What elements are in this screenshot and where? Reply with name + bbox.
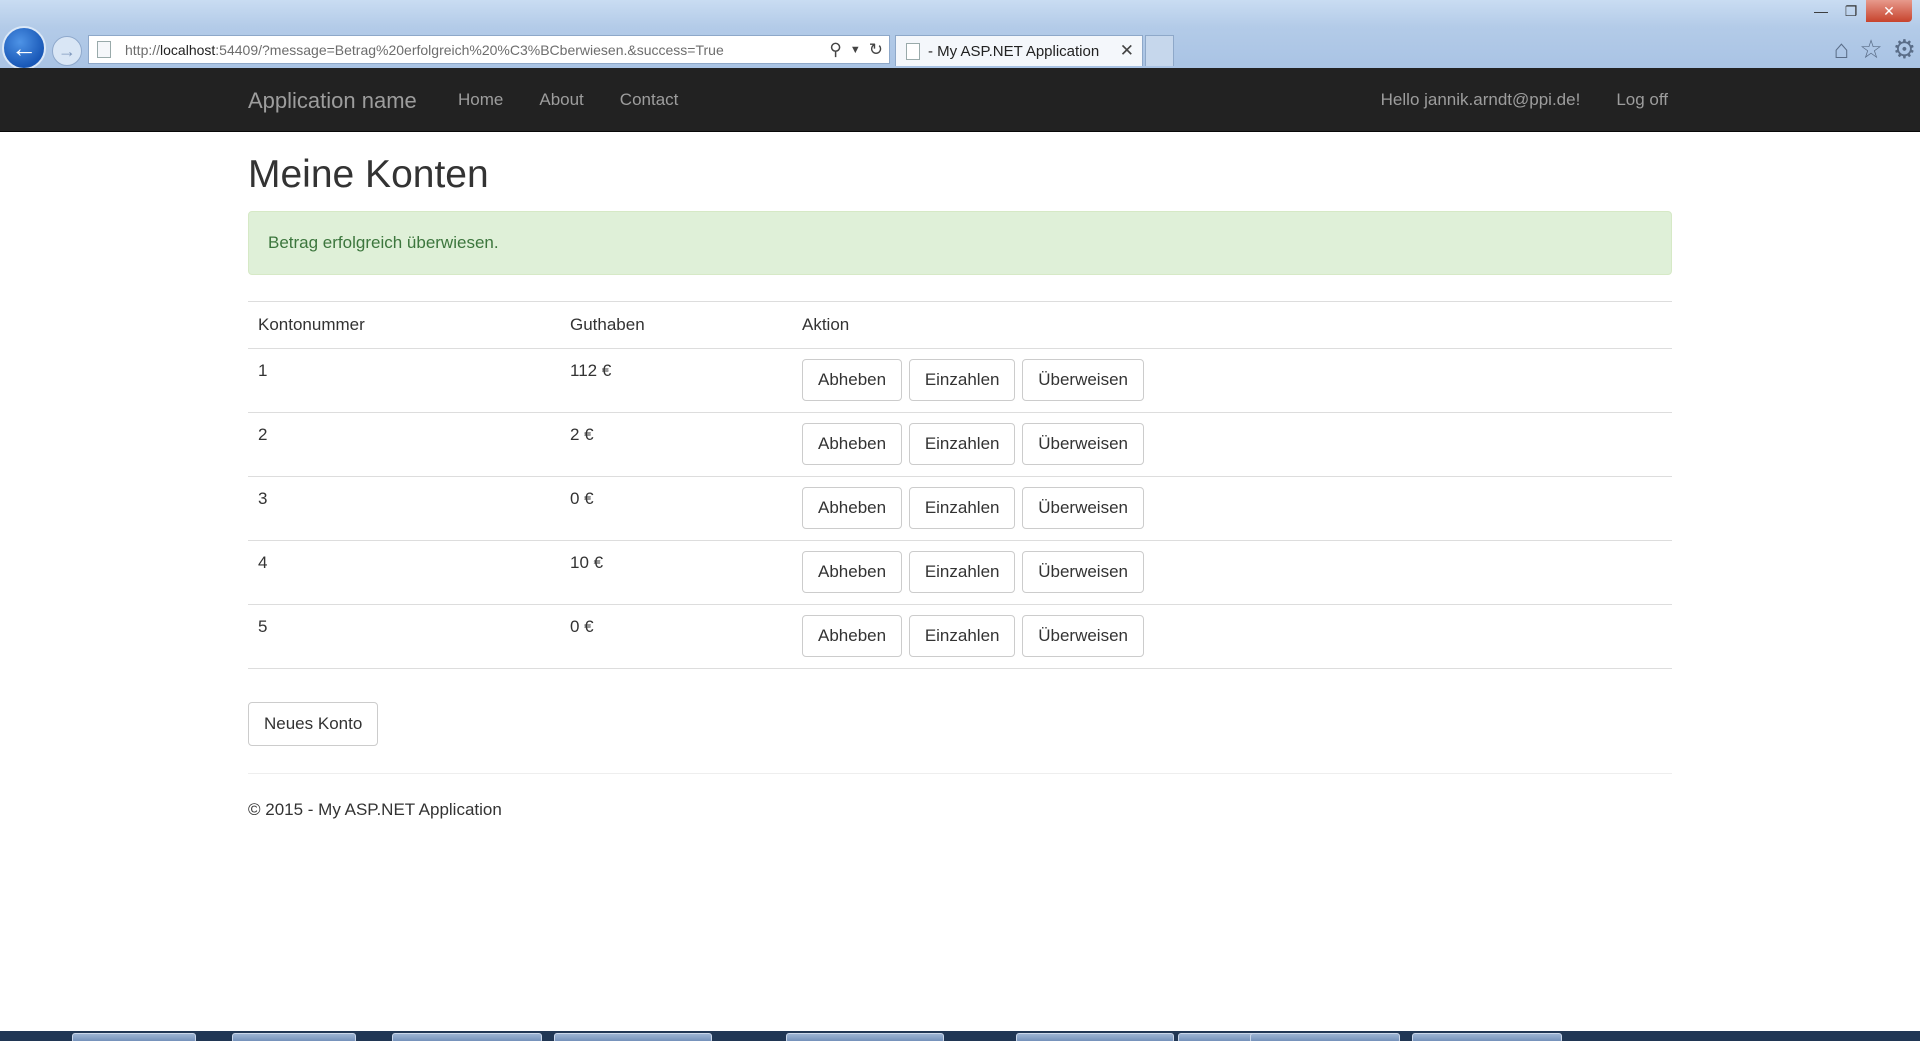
table-row: 5 0 € Abheben Einzahlen Überweisen	[248, 604, 1672, 669]
page-icon	[906, 42, 920, 60]
user-nav: Hello jannik.arndt@ppi.de! Log off	[1363, 68, 1686, 132]
account-balance: 0 €	[560, 604, 792, 669]
browser-toolbar-icons: ⌂ ☆ ⚙	[1834, 34, 1916, 65]
account-actions: Abheben Einzahlen Überweisen	[792, 412, 1672, 477]
window-controls: — ❐ ✕	[1806, 0, 1912, 22]
account-number: 3	[248, 476, 560, 541]
page-title: Meine Konten	[248, 153, 489, 196]
url-text[interactable]: http://localhost:54409/?message=Betrag%2…	[125, 42, 815, 58]
footer-divider	[248, 772, 1672, 774]
deposit-button[interactable]: Einzahlen	[908, 422, 1016, 465]
deposit-button[interactable]: Einzahlen	[908, 550, 1016, 593]
new-account-button[interactable]: Neues Konto	[248, 701, 379, 746]
taskbar-item[interactable]	[1250, 1033, 1400, 1041]
withdraw-button[interactable]: Abheben	[802, 422, 903, 465]
withdraw-button[interactable]: Abheben	[802, 486, 903, 529]
url-scheme: http://	[125, 41, 161, 58]
account-number: 4	[248, 540, 560, 605]
close-tab-icon[interactable]: ✕	[1120, 41, 1134, 61]
transfer-button[interactable]: Überweisen	[1022, 550, 1144, 593]
withdraw-button[interactable]: Abheben	[802, 358, 903, 401]
transfer-button[interactable]: Überweisen	[1022, 614, 1144, 657]
success-alert: Betrag erfolgreich überwiesen.	[248, 210, 1672, 275]
account-balance: 0 €	[560, 476, 792, 541]
header-aktion: Aktion	[792, 300, 1672, 349]
account-balance: 10 €	[560, 540, 792, 605]
back-button[interactable]: ←	[2, 26, 46, 68]
table-row: 4 10 € Abheben Einzahlen Überweisen	[248, 540, 1672, 605]
address-tools: ⚲ ▼ ↻	[829, 36, 883, 63]
account-actions: Abheben Einzahlen Überweisen	[792, 604, 1672, 669]
account-actions: Abheben Einzahlen Überweisen	[792, 540, 1672, 605]
window-title-blurred	[22, 6, 25, 20]
new-tab-button[interactable]	[1145, 35, 1174, 66]
account-number: 2	[248, 412, 560, 477]
account-balance: 2 €	[560, 412, 792, 477]
accounts-table: Kontonummer Guthaben Aktion 1 112 € Abhe…	[248, 300, 1672, 669]
nav-links: Home About Contact	[440, 68, 696, 132]
brand-link[interactable]: Application name	[248, 88, 417, 114]
refresh-icon[interactable]: ↻	[869, 40, 883, 60]
user-greeting-link[interactable]: Hello jannik.arndt@ppi.de!	[1363, 68, 1599, 132]
account-number: 1	[248, 348, 560, 413]
minimize-button[interactable]: —	[1806, 0, 1836, 22]
taskbar-item[interactable]	[554, 1033, 712, 1041]
tab-title: - My ASP.NET Application	[928, 42, 1100, 60]
transfer-button[interactable]: Überweisen	[1022, 486, 1144, 529]
deposit-button[interactable]: Einzahlen	[908, 486, 1016, 529]
taskbar-item[interactable]	[1016, 1033, 1174, 1041]
account-actions: Abheben Einzahlen Überweisen	[792, 476, 1672, 541]
taskbar-item[interactable]	[232, 1033, 356, 1041]
transfer-button[interactable]: Überweisen	[1022, 358, 1144, 401]
browser-tab[interactable]: - My ASP.NET Application ✕	[895, 35, 1143, 66]
star-icon[interactable]: ☆	[1859, 34, 1882, 65]
table-row: 3 0 € Abheben Einzahlen Überweisen	[248, 476, 1672, 541]
nav-home[interactable]: Home	[440, 68, 521, 132]
logoff-link[interactable]: Log off	[1598, 68, 1686, 132]
table-header-row: Kontonummer Guthaben Aktion	[248, 300, 1672, 349]
home-icon[interactable]: ⌂	[1834, 34, 1850, 65]
navbar: Application name Home About Contact Hell…	[0, 68, 1920, 132]
taskbar-item[interactable]	[786, 1033, 944, 1041]
page-icon	[97, 41, 111, 58]
forward-button[interactable]: →	[52, 36, 82, 66]
deposit-button[interactable]: Einzahlen	[908, 358, 1016, 401]
header-guthaben: Guthaben	[560, 300, 792, 349]
nav-contact[interactable]: Contact	[602, 68, 697, 132]
gear-icon[interactable]: ⚙	[1893, 34, 1916, 65]
table-row: 1 112 € Abheben Einzahlen Überweisen	[248, 348, 1672, 413]
address-bar[interactable]: http://localhost:54409/?message=Betrag%2…	[88, 35, 890, 64]
transfer-button[interactable]: Überweisen	[1022, 422, 1144, 465]
browser-chrome: — ❐ ✕ ← → http://localhost:54409/?messag…	[0, 0, 1920, 68]
taskbar-item[interactable]	[72, 1033, 196, 1041]
account-actions: Abheben Einzahlen Überweisen	[792, 348, 1672, 413]
arrow-right-icon: →	[58, 40, 76, 61]
table-row: 2 2 € Abheben Einzahlen Überweisen	[248, 412, 1672, 477]
chevron-down-icon[interactable]: ▼	[850, 44, 861, 56]
url-path: :54409/?message=Betrag%20erfolgreich%20%…	[215, 41, 724, 58]
close-window-button[interactable]: ✕	[1866, 0, 1912, 22]
account-number: 5	[248, 604, 560, 669]
taskbar-item[interactable]	[392, 1033, 542, 1041]
taskbar-item[interactable]	[1412, 1033, 1562, 1041]
url-host: localhost	[160, 41, 216, 58]
footer-text: © 2015 - My ASP.NET Application	[248, 799, 502, 819]
deposit-button[interactable]: Einzahlen	[908, 614, 1016, 657]
account-balance: 112 €	[560, 348, 792, 413]
arrow-left-icon: ←	[11, 32, 37, 63]
search-icon[interactable]: ⚲	[829, 40, 841, 60]
withdraw-button[interactable]: Abheben	[802, 614, 903, 657]
withdraw-button[interactable]: Abheben	[802, 550, 903, 593]
restore-button[interactable]: ❐	[1836, 0, 1866, 22]
taskbar	[0, 1031, 1920, 1041]
main-content: Meine Konten Betrag erfolgreich überwies…	[248, 132, 1672, 820]
header-kontonummer: Kontonummer	[248, 300, 560, 349]
nav-about[interactable]: About	[521, 68, 601, 132]
